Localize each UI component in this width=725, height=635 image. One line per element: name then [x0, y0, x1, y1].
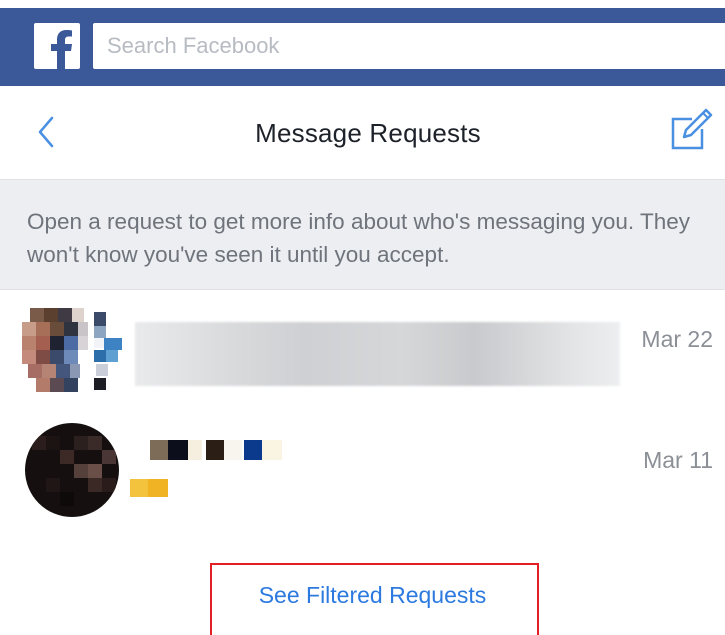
topbar-background	[0, 8, 725, 86]
facebook-logo-icon[interactable]	[34, 23, 80, 69]
search-input[interactable]	[93, 23, 725, 69]
avatar	[22, 302, 122, 398]
avatar	[22, 422, 122, 518]
request-date: Mar 11	[643, 447, 713, 473]
compose-icon	[671, 108, 713, 150]
sender-name-blurred	[135, 322, 620, 386]
see-filtered-requests-link[interactable]: See Filtered Requests	[0, 582, 725, 609]
compose-button[interactable]	[668, 106, 714, 152]
request-date: Mar 22	[641, 326, 713, 352]
message-preview-pixelated	[130, 479, 170, 497]
sender-name-pixelated	[150, 440, 285, 460]
info-text: Open a request to get more info about wh…	[27, 209, 691, 267]
request-row[interactable]: Mar 22	[0, 290, 725, 406]
info-banner: Open a request to get more info about wh…	[0, 179, 725, 290]
page-title: Message Requests	[255, 118, 481, 148]
request-row[interactable]: Mar 11	[0, 410, 725, 526]
facebook-topbar	[0, 0, 725, 86]
message-requests-header: Message Requests	[0, 86, 725, 179]
